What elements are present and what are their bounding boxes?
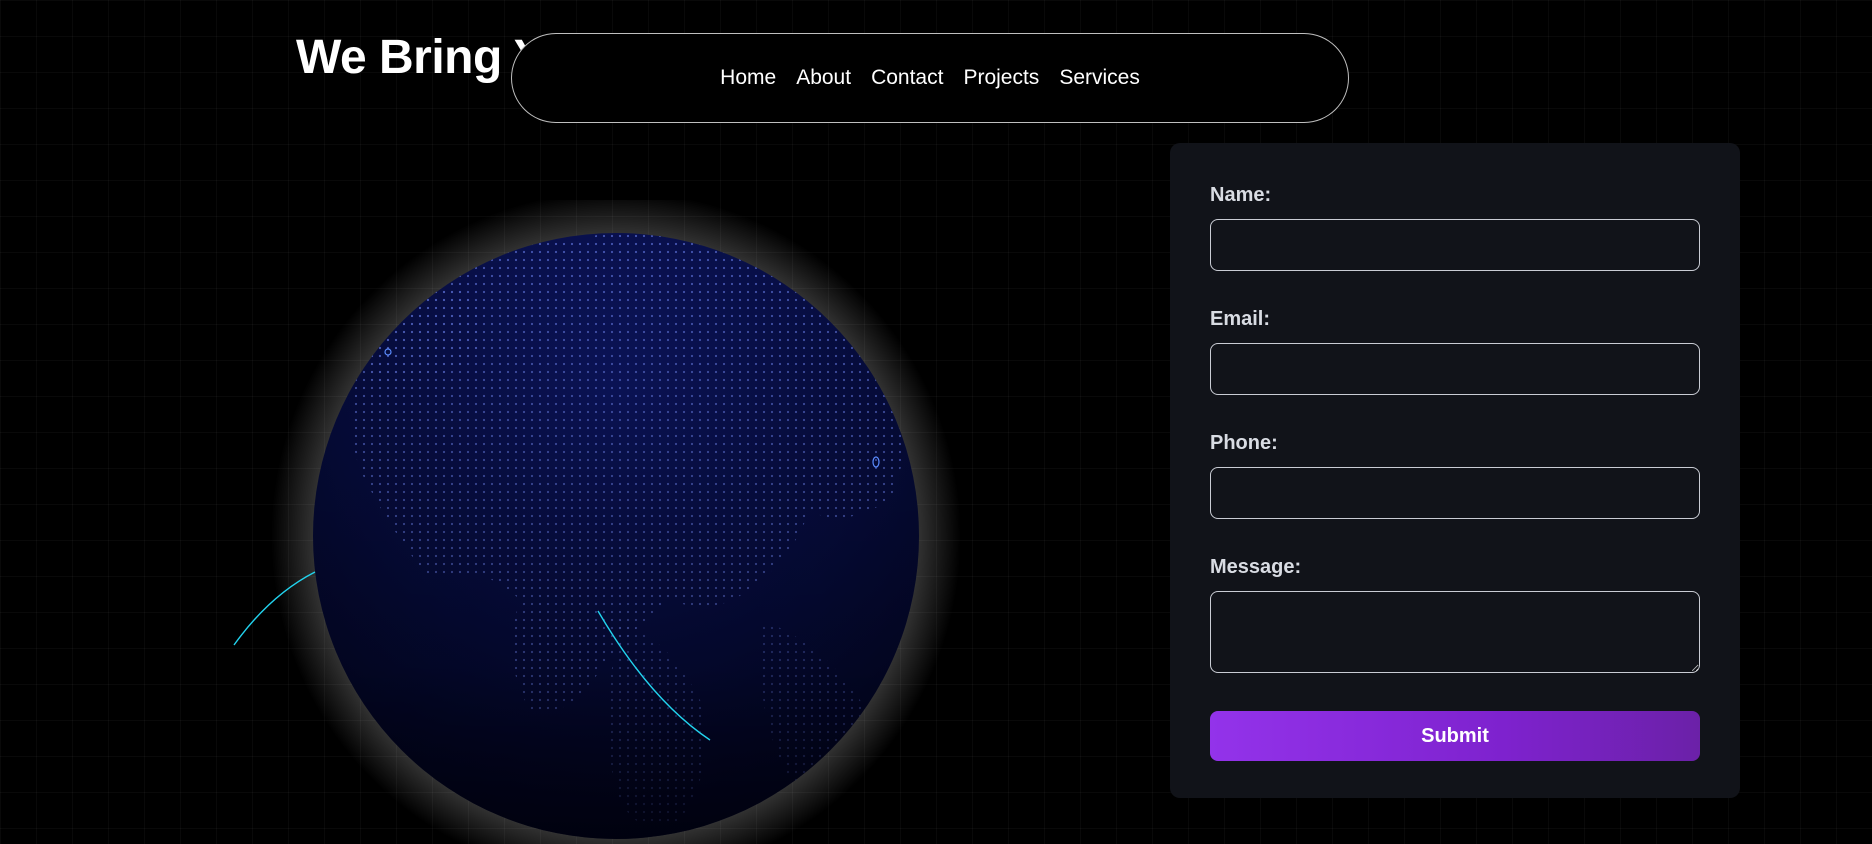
page: We Bring Y Home About Contact Projects S…	[0, 0, 1872, 844]
hero-title: We Bring Y	[296, 31, 546, 84]
nav-link-contact[interactable]: Contact	[871, 66, 943, 90]
phone-label: Phone:	[1210, 432, 1278, 454]
name-input[interactable]	[1210, 219, 1700, 271]
submit-button[interactable]: Submit	[1210, 711, 1700, 761]
message-label: Message:	[1210, 556, 1302, 578]
contact-form: Name: Email: Phone: Message: Submit	[1170, 143, 1740, 798]
globe-visual[interactable]	[200, 200, 960, 844]
email-input[interactable]	[1210, 343, 1700, 395]
nav-link-home[interactable]: Home	[720, 66, 776, 90]
nav-link-services[interactable]: Services	[1059, 66, 1140, 90]
phone-input[interactable]	[1210, 467, 1700, 519]
nav-link-projects[interactable]: Projects	[963, 66, 1039, 90]
navbar: Home About Contact Projects Services	[511, 33, 1349, 123]
nav-link-about[interactable]: About	[796, 66, 851, 90]
email-label: Email:	[1210, 308, 1271, 330]
name-label: Name:	[1210, 184, 1272, 206]
message-textarea[interactable]	[1210, 591, 1700, 673]
globe-icon	[233, 200, 960, 844]
